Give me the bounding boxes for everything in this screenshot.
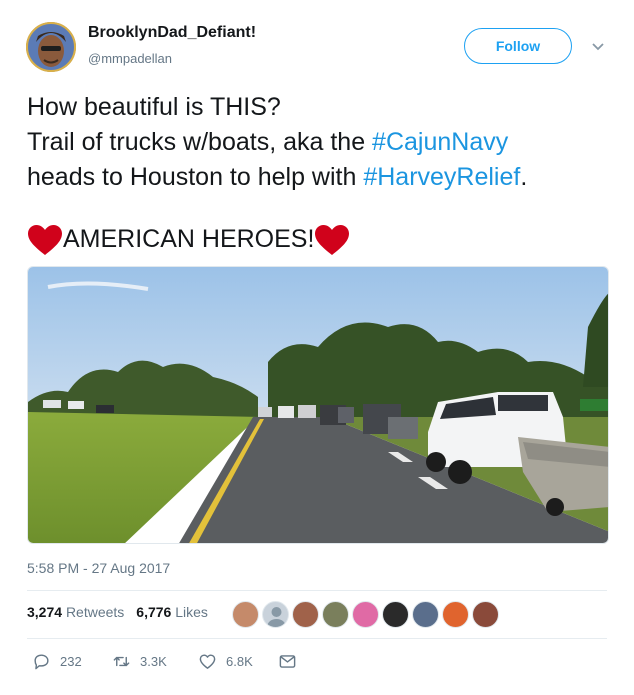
liker-avatar[interactable] <box>322 601 349 628</box>
retweets-stat[interactable]: 3,274 Retweets <box>27 604 124 620</box>
like-button[interactable]: 6.8K <box>198 652 278 671</box>
user-name[interactable]: BrooklynDad_Defiant! <box>88 24 256 42</box>
heroes-text: AMERICAN HEROES! <box>63 225 315 253</box>
tweet-text: How beautiful is THIS? Trail of trucks w… <box>27 90 617 195</box>
chevron-down-icon[interactable] <box>591 40 605 54</box>
tweet-line-heroes: AMERICAN HEROES! <box>27 222 350 257</box>
retweets-label: Retweets <box>65 604 125 620</box>
retweets-count: 3,274 <box>27 604 63 620</box>
reply-button[interactable]: 232 <box>32 652 112 671</box>
tweet-timestamp[interactable]: 5:58 PM - 27 Aug 2017 <box>27 560 170 576</box>
tweet-photo[interactable] <box>27 266 609 544</box>
reply-count: 232 <box>60 654 82 669</box>
tweet-line-2: Trail of trucks w/boats, aka the #CajunN… <box>27 125 617 160</box>
direct-message-icon <box>279 655 296 668</box>
tweet-line-3: heads to Houston to help with #HarveyRel… <box>27 160 617 195</box>
reply-icon <box>34 654 49 670</box>
engagement-stats: 3,274 Retweets 6,776 Likes <box>27 604 208 620</box>
liker-avatar[interactable] <box>382 601 409 628</box>
tweet-line-3-end: . <box>520 163 528 191</box>
liker-avatar[interactable] <box>262 601 289 628</box>
liker-avatar[interactable] <box>442 601 469 628</box>
likers-avatars <box>232 601 502 628</box>
retweet-count: 3.3K <box>140 654 167 669</box>
likes-label: Likes <box>175 604 208 620</box>
heart-emoji-icon <box>315 224 350 255</box>
liker-avatar[interactable] <box>232 601 259 628</box>
tweet-line-3-text: heads to Houston to help with <box>27 163 364 191</box>
hashtag-cajun-navy[interactable]: #CajunNavy <box>372 128 508 156</box>
heart-emoji-icon <box>28 224 62 255</box>
avatar[interactable] <box>26 22 76 72</box>
follow-button[interactable]: Follow <box>464 28 572 64</box>
liker-avatar[interactable] <box>292 601 319 628</box>
liker-avatar[interactable] <box>352 601 379 628</box>
tweet-line-2-text: Trail of trucks w/boats, aka the <box>27 128 373 156</box>
direct-message-button[interactable] <box>278 652 306 671</box>
retweet-button[interactable]: 3.3K <box>112 652 198 671</box>
likes-count: 6,776 <box>136 604 172 620</box>
liker-avatar[interactable] <box>412 601 439 628</box>
tweet-card: BrooklynDad_Defiant! @mmpadellan Follow … <box>0 0 634 695</box>
user-handle[interactable]: @mmpadellan <box>88 51 172 66</box>
hashtag-harvey-relief[interactable]: #HarveyRelief <box>363 163 520 191</box>
tweet-actions: 232 3.3K 6.8K <box>32 652 306 671</box>
like-count: 6.8K <box>226 654 253 669</box>
divider <box>27 590 607 591</box>
likes-stat[interactable]: 6,776 Likes <box>136 604 208 620</box>
like-icon <box>199 654 216 669</box>
tweet-line-1: How beautiful is THIS? <box>27 93 281 121</box>
liker-avatar[interactable] <box>472 601 499 628</box>
divider <box>27 638 607 639</box>
retweet-icon <box>113 656 130 667</box>
